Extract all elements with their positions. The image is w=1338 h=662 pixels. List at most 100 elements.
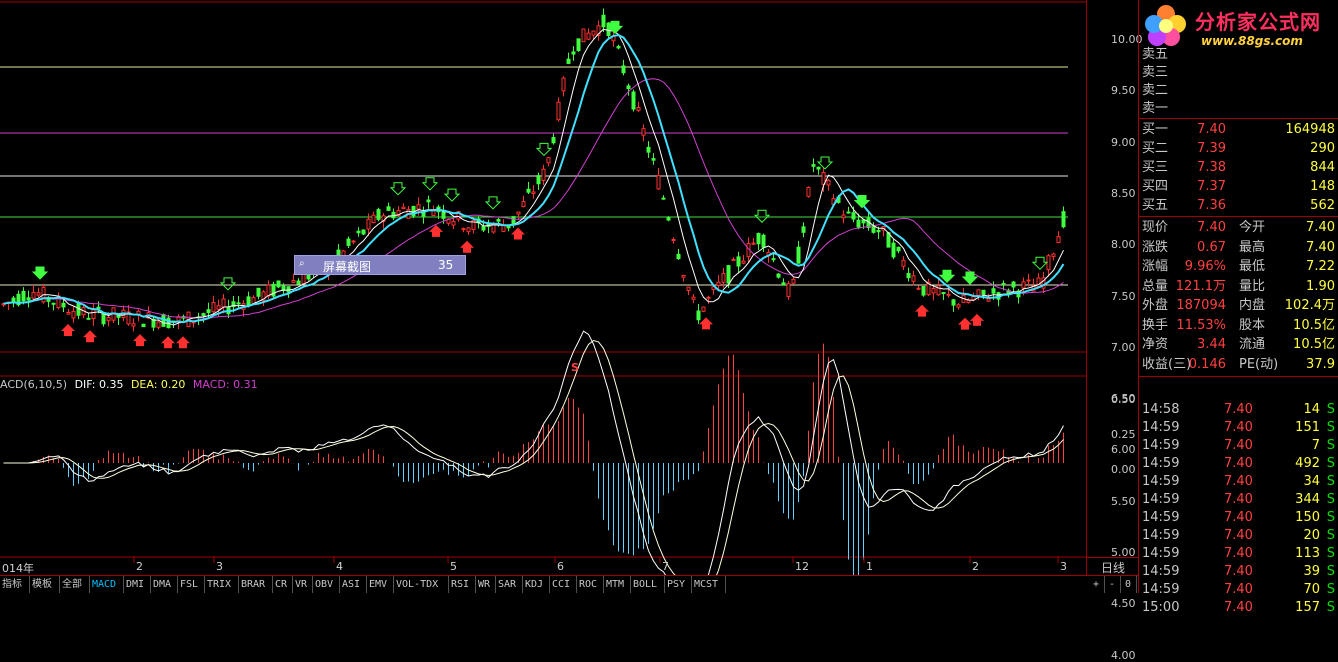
sell-arrow-icon (484, 196, 502, 210)
tab-psy[interactable]: PSY (665, 576, 692, 593)
tick-side: S (1326, 510, 1335, 525)
tick-price: 7.40 (1224, 510, 1253, 525)
tick-time: 14:59 (1142, 510, 1180, 525)
tab-rsi[interactable]: RSI (449, 576, 476, 593)
month-label: 1 (866, 560, 873, 573)
tab-模板[interactable]: 模板 (30, 576, 60, 593)
bid-volume: 148 (1310, 179, 1335, 194)
bid-price: 7.40 (1197, 122, 1226, 137)
candle-body (426, 199, 431, 203)
tab-emv[interactable]: EMV (367, 576, 394, 593)
candle-body (906, 272, 911, 279)
candle-body (591, 30, 596, 36)
candle-body (566, 58, 571, 64)
candle-body (681, 274, 686, 278)
candle-body (646, 146, 651, 153)
tab-cci[interactable]: CCI (550, 576, 577, 593)
tab-trix[interactable]: TRIX (205, 576, 239, 593)
zoom-button[interactable]: - (1104, 576, 1121, 593)
quote-label-2: 量比 (1239, 278, 1266, 294)
tick-qty: 14 (1303, 402, 1320, 417)
quote-row: 收益(三) 0.146 PE(动) 37.9 (1139, 356, 1338, 374)
zoom-button[interactable]: 0 (1120, 576, 1137, 593)
macd-tick: 0.50 (1111, 393, 1136, 406)
candle-body (676, 253, 681, 260)
tab-obv[interactable]: OBV (313, 576, 340, 593)
macd-tick: 0.25 (1111, 428, 1136, 441)
candle-body (876, 229, 881, 233)
candle-body (556, 101, 561, 121)
candle-body (106, 317, 111, 322)
candle-body (521, 201, 526, 208)
zoom-button[interactable]: + (1088, 576, 1105, 593)
tick-qty: 70 (1303, 582, 1320, 597)
buy-arrow-icon (61, 323, 75, 336)
candle-body (511, 216, 516, 225)
tab-roc[interactable]: ROC (577, 576, 604, 593)
tick-side: S (1326, 492, 1335, 507)
dea-value: DEA: 0.20 (130, 378, 186, 391)
quote-row: 现价 7.40 今开 7.40 (1139, 219, 1338, 237)
bid-row: 买四 7.37 148 (1139, 178, 1338, 196)
quote-label: 涨跌 (1142, 239, 1169, 255)
month-label: 5 (450, 560, 457, 573)
candle-body (661, 197, 666, 200)
tab-mtm[interactable]: MTM (604, 576, 631, 593)
quote-value-2: 10.5亿 (1293, 337, 1335, 352)
tab-dmi[interactable]: DMI (124, 576, 151, 593)
bid-price: 7.38 (1197, 160, 1226, 175)
screenshot-tooltip[interactable]: ⌕ 屏幕截图 35 (294, 255, 466, 275)
tab-macd[interactable]: MACD (90, 576, 124, 593)
tab-vr[interactable]: VR (293, 576, 313, 593)
tab-brar[interactable]: BRAR (239, 576, 273, 593)
tab-kdj[interactable]: KDJ (523, 576, 550, 593)
bid-price: 7.36 (1197, 198, 1226, 213)
month-label: 3 (216, 560, 223, 573)
candle-body (481, 225, 486, 231)
tick-row: 14:59 7.40 70 S (1139, 581, 1338, 599)
tab-dma[interactable]: DMA (151, 576, 178, 593)
quote-label-2: PE(动) (1239, 356, 1279, 372)
tab-指标[interactable]: 指标 (0, 576, 30, 593)
tab-vol-tdx[interactable]: VOL-TDX (394, 576, 449, 593)
signal-arrows (31, 20, 1049, 349)
price-axis: 10.00 9.50 9.00 8.50 8.00 7.50 7.00 6.50 6.00 5.5… (1086, 0, 1143, 662)
tick-qty: 344 (1295, 492, 1320, 507)
tab-asi[interactable]: ASI (340, 576, 367, 593)
quote-label-2: 今开 (1239, 220, 1266, 235)
buy-arrow-icon (176, 336, 190, 349)
bid-row: 买一 7.40 164948 (1139, 121, 1338, 139)
tick-qty: 7 (1311, 438, 1320, 453)
quote-label-2: 股本 (1239, 317, 1266, 333)
tick-time: 14:59 (1142, 582, 1180, 597)
bid-quote-divider (1139, 216, 1338, 217)
kline-chart-svg[interactable] (0, 0, 1086, 598)
buy-arrow-icon (511, 227, 525, 240)
buy-arrow-icon (161, 336, 175, 349)
period-box[interactable]: 日线 (1087, 557, 1139, 576)
candle-body (651, 158, 656, 161)
quote-row: 净资 3.44 流通 10.5亿 (1139, 336, 1338, 354)
candle-body (976, 289, 981, 296)
candle-body (66, 311, 71, 315)
month-label: 7 (662, 560, 669, 573)
tab-cr[interactable]: CR (273, 576, 293, 593)
candle-body (716, 281, 721, 286)
candle-body (966, 299, 971, 304)
candle-body (721, 273, 726, 283)
logo-area[interactable]: 分析家公式网 www.88gs.com (1139, 0, 1338, 52)
tab-全部[interactable]: 全部 (60, 576, 90, 593)
candle-body (901, 259, 906, 267)
kline-chart-area[interactable]: ⌕ 屏幕截图 35 S ACD(6,10,5) DIF: 0.35 DEA: 0… (0, 0, 1086, 598)
candle-body (621, 65, 626, 74)
tab-fsl[interactable]: FSL (178, 576, 205, 593)
tick-row: 14:59 7.40 39 S (1139, 563, 1338, 581)
quote-value-2: 7.40 (1306, 239, 1335, 255)
tab-sar[interactable]: SAR (496, 576, 523, 593)
quote-value-2: 102.4万 (1284, 298, 1335, 313)
tick-qty: 20 (1303, 528, 1320, 543)
tab-boll[interactable]: BOLL (631, 576, 665, 593)
tab-mcst[interactable]: MCST (692, 576, 726, 593)
tab-wr[interactable]: WR (476, 576, 496, 593)
indicator-tab-bar: 指标 模板 全部 MACD DMI DMA FSL TRIX BRAR CR VR OBV ASI EMV… (0, 575, 1138, 594)
